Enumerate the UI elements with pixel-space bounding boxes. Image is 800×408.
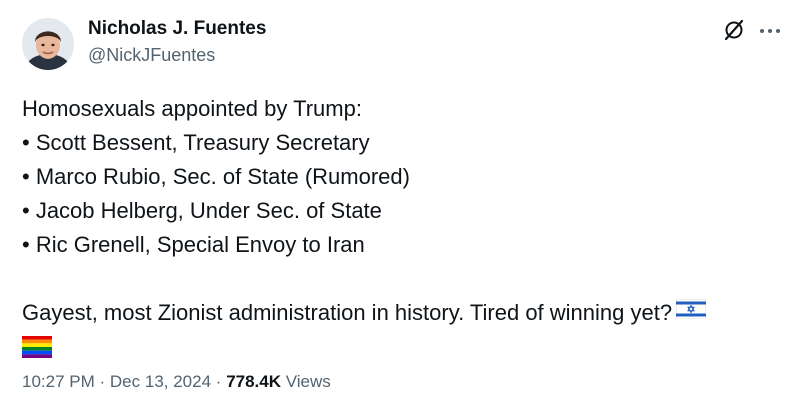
post-time[interactable]: 10:27 PM (22, 372, 95, 391)
post-line: • Marco Rubio, Sec. of State (Rumored) (22, 164, 410, 189)
post-line: • Ric Grenell, Special Envoy to Iran (22, 232, 365, 257)
post-card: Nicholas J. Fuentes @NickJFuentes Homose… (0, 0, 800, 408)
post-closing-line: Gayest, most Zionist administration in h… (22, 296, 772, 330)
views-label: Views (285, 372, 331, 391)
post-text: Homosexuals appointed by Trump: • Scott … (22, 92, 772, 368)
author-handle[interactable]: @NickJFuentes (88, 45, 215, 66)
post-closing-text: Gayest, most Zionist administration in h… (22, 300, 673, 325)
post-meta: 10:27 PM · Dec 13, 2024 · 778.4K Views (22, 372, 331, 392)
post-line: • Scott Bessent, Treasury Secretary (22, 130, 370, 155)
line-break (22, 262, 772, 296)
meta-separator: · (99, 372, 106, 391)
israel-flag-icon (675, 295, 707, 329)
post-line: • Jacob Helberg, Under Sec. of State (22, 198, 382, 223)
more-icon[interactable] (758, 24, 782, 38)
grok-icon[interactable] (722, 18, 746, 42)
author-name[interactable]: Nicholas J. Fuentes (88, 18, 266, 40)
views-count[interactable]: 778.4K (226, 372, 281, 391)
meta-separator: · (215, 372, 222, 391)
post-line: Homosexuals appointed by Trump: (22, 96, 362, 121)
rainbow-flag-icon (22, 334, 772, 368)
post-date[interactable]: Dec 13, 2024 (110, 372, 211, 391)
avatar[interactable] (22, 18, 74, 70)
